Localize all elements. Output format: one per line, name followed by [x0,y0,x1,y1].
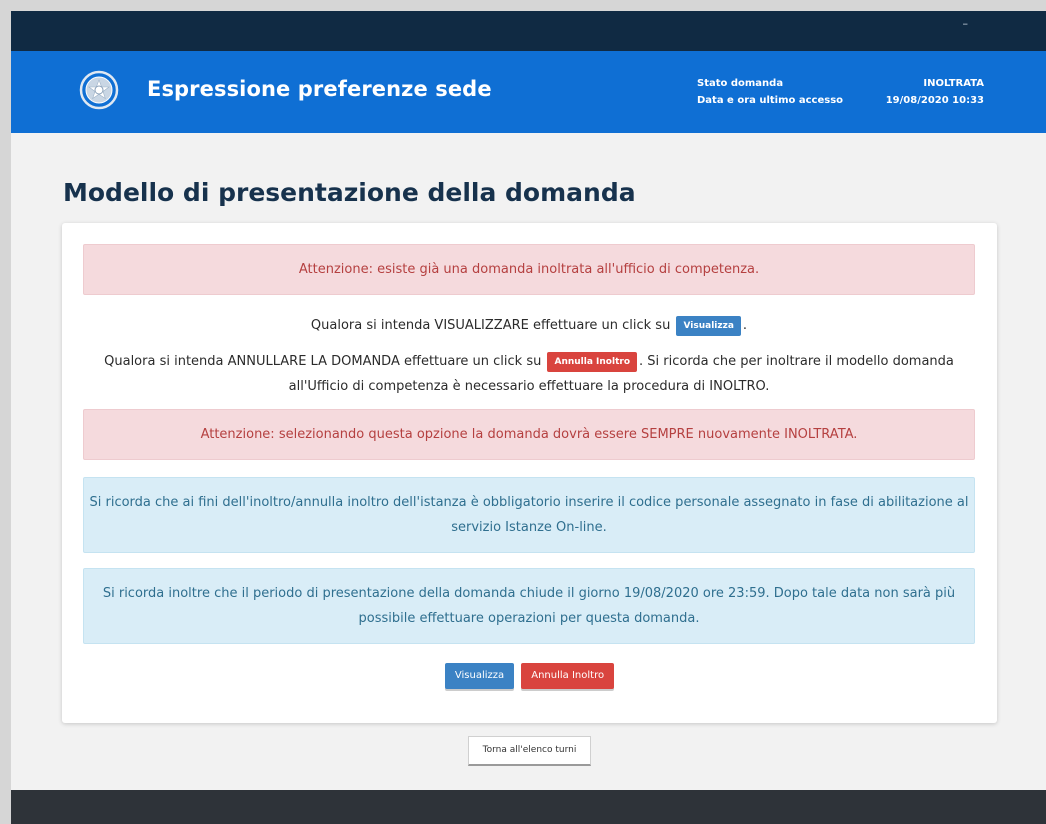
view-instruction-text: Qualora si intenda VISUALIZZARE effettua… [310,318,671,333]
cancel-instruction-text: Qualora si intenda ANNULLARE LA DOMANDA … [104,354,542,369]
back-to-shifts-button[interactable]: Torna all'elenco turni [468,736,591,766]
last-access-value: 19/08/2020 10:33 [885,95,984,106]
alert-resubmit-warning: Attenzione: selezionando questa opzione … [83,409,975,460]
cancel-submission-button[interactable]: Annulla Inoltro [521,663,615,689]
app-header: Espressione preferenze sede Stato domand… [11,51,1046,133]
view-button[interactable]: Visualizza [444,663,515,689]
top-bar: – [11,11,1046,51]
view-instruction: Qualora si intenda VISUALIZZARE effettua… [83,313,975,338]
inline-view-button[interactable]: Visualizza [676,315,741,336]
app-title: Espressione preferenze sede [147,77,492,101]
info-deadline: Si ricorda inoltre che il periodo di pre… [83,568,975,644]
info-personal-code: Si ricorda che ai fini dell'inoltro/annu… [83,477,975,553]
footer [11,790,1046,824]
cancel-instruction: Qualora si intenda ANNULLARE LA DOMANDA … [83,349,975,399]
browser-frame: – Espressione preferenze sede Stato doma… [11,11,1046,824]
inline-cancel-button[interactable]: Annulla Inoltro [547,351,637,372]
status-labels: Stato domanda Data e ora ultimo accesso [697,75,843,109]
status-value: INOLTRATA [923,78,984,89]
alert-existing-application: Attenzione: esiste già una domanda inolt… [83,244,975,295]
last-access-label: Data e ora ultimo accesso [697,95,844,106]
action-buttons: Visualizza Annulla Inoltro [62,663,997,689]
italian-republic-emblem-icon [79,70,119,110]
application-card: Attenzione: esiste già una domanda inolt… [62,223,997,723]
minimize-icon[interactable]: – [963,17,969,30]
view-instruction-end: . [742,318,748,333]
status-label: Stato domanda [697,78,784,89]
page-title: Modello di presentazione della domanda [63,178,636,207]
status-values: INOLTRATA 19/08/2020 10:33 [886,75,984,109]
